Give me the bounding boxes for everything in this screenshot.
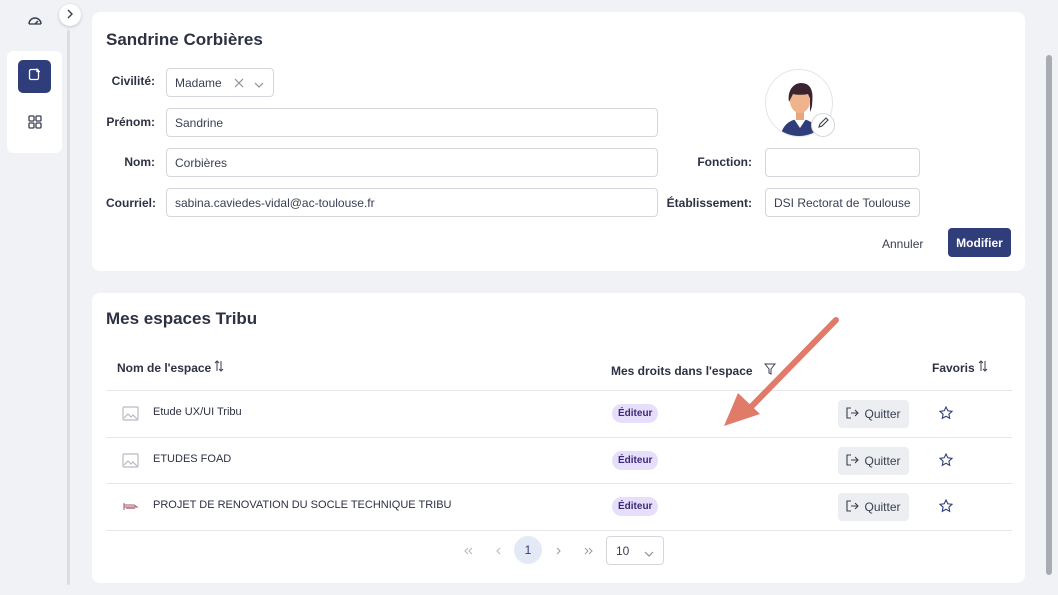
filter-icon[interactable]	[763, 363, 776, 378]
spaces-title: Mes espaces Tribu	[106, 309, 258, 328]
image-placeholder-icon	[122, 406, 139, 421]
column-header-name[interactable]: Nom de l'espace	[117, 360, 224, 375]
last-page-icon[interactable]	[581, 537, 597, 565]
next-page-icon[interactable]	[551, 537, 567, 565]
table-row[interactable]: Etude UX/UI Tribu Éditeur Quitter	[106, 391, 1012, 437]
space-logo-icon	[122, 499, 139, 514]
establishment-label: Établissement:	[666, 196, 752, 210]
exit-icon	[846, 499, 860, 515]
page-current[interactable]: 1	[514, 536, 542, 564]
chevron-down-icon	[644, 547, 654, 561]
grid-icon	[27, 115, 42, 134]
cancel-button[interactable]: Annuler	[882, 230, 923, 258]
sidebar-item-profile[interactable]	[18, 60, 51, 93]
role-badge: Éditeur	[612, 451, 659, 470]
divider	[106, 530, 1012, 531]
star-icon[interactable]	[938, 498, 954, 513]
sort-icon	[214, 360, 224, 375]
sidebar-scrollbar	[67, 30, 70, 585]
avatar-edit-button[interactable]	[811, 113, 835, 137]
table-row[interactable]: PROJET DE RENOVATION DU SOCLE TECHNIQUE …	[106, 484, 1012, 530]
star-icon[interactable]	[938, 405, 954, 420]
email-label: Courriel:	[106, 196, 157, 210]
column-header-rights[interactable]: Mes droits dans l'espace	[611, 363, 776, 378]
lastname-label: Nom:	[124, 155, 155, 169]
space-name[interactable]: Etude UX/UI Tribu	[153, 406, 242, 418]
dashboard-icon[interactable]	[27, 13, 43, 29]
email-input[interactable]: sabina.caviedes-vidal@ac-toulouse.fr	[166, 188, 658, 217]
space-name[interactable]: PROJET DE RENOVATION DU SOCLE TECHNIQUE …	[153, 499, 451, 511]
quit-button[interactable]: Quitter	[838, 493, 909, 521]
pencil-icon	[817, 116, 829, 134]
firstname-label: Prénom:	[106, 115, 155, 129]
clear-icon[interactable]	[234, 77, 244, 91]
quit-button[interactable]: Quitter	[838, 447, 909, 475]
page-size-value: 10	[616, 543, 630, 558]
chevron-right-icon	[66, 6, 74, 24]
firstname-input[interactable]: Sandrine	[166, 108, 658, 137]
first-page-icon[interactable]	[460, 537, 476, 565]
function-input[interactable]	[765, 148, 920, 177]
exit-icon	[846, 406, 860, 422]
spaces-card: Mes espaces Tribu Nom de l'espace Mes dr…	[92, 293, 1025, 583]
submit-button[interactable]: Modifier	[948, 228, 1011, 257]
previous-page-icon[interactable]	[490, 537, 506, 565]
sidebar	[0, 0, 70, 595]
column-header-favorites[interactable]: Favoris	[932, 360, 988, 375]
exit-icon	[846, 453, 860, 469]
sidebar-toggle-button[interactable]	[59, 4, 81, 26]
edit-document-icon	[28, 67, 42, 86]
chevron-down-icon	[254, 78, 264, 92]
establishment-input[interactable]: DSI Rectorat de Toulouse	[765, 188, 920, 217]
sort-icon	[978, 360, 988, 375]
page-scrollbar[interactable]	[1046, 55, 1052, 575]
table-row[interactable]: ETUDES FOAD Éditeur Quitter	[106, 438, 1012, 484]
image-placeholder-icon	[122, 453, 139, 468]
civility-value: Madame	[175, 75, 222, 90]
lastname-input[interactable]: Corbières	[166, 148, 658, 177]
civility-label: Civilité:	[111, 74, 155, 88]
civility-select[interactable]: Madame	[166, 68, 274, 97]
space-name[interactable]: ETUDES FOAD	[153, 453, 231, 465]
star-icon[interactable]	[938, 452, 954, 467]
function-label: Fonction:	[697, 155, 752, 169]
profile-title: Sandrine Corbières	[106, 30, 263, 49]
profile-card: Sandrine Corbières Civilité: Madame Prén…	[92, 12, 1025, 271]
sidebar-item-apps[interactable]	[18, 108, 51, 141]
role-badge: Éditeur	[612, 497, 659, 516]
quit-button[interactable]: Quitter	[838, 400, 909, 428]
page-size-select[interactable]: 10	[606, 536, 664, 565]
role-badge: Éditeur	[612, 404, 659, 423]
